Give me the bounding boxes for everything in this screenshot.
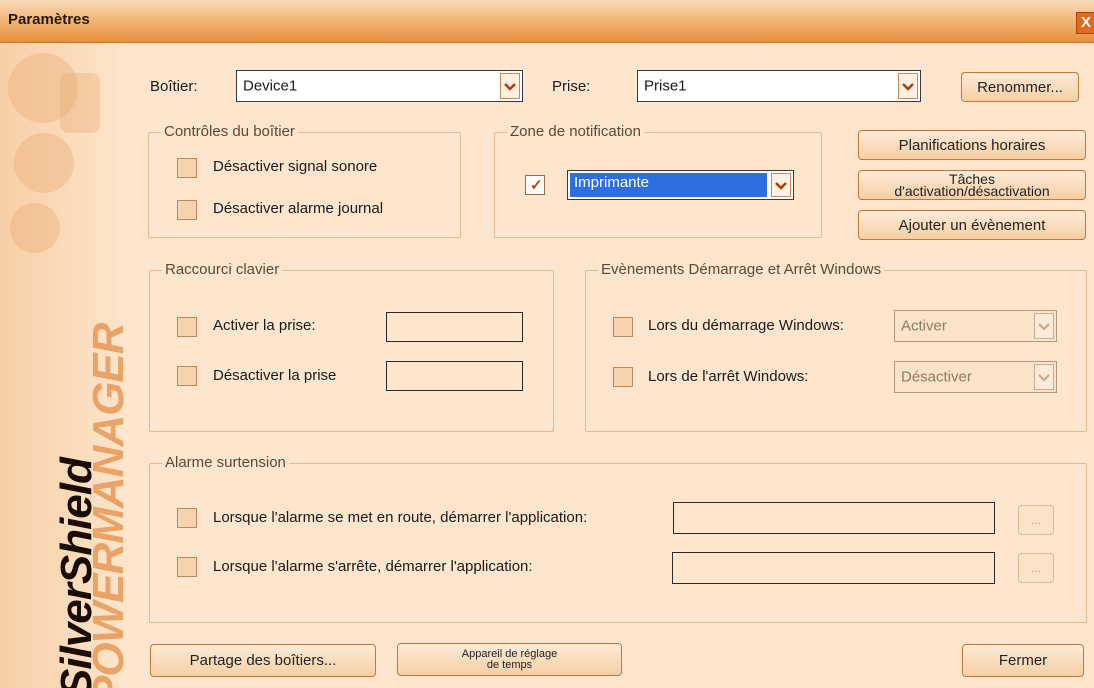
device-controls-legend: Contrôles du boîtier [161, 123, 298, 140]
notification-select[interactable]: Imprimante [567, 170, 794, 200]
activate-outlet-label: Activer la prise: [213, 317, 316, 334]
outlet-label: Prise: [552, 78, 591, 95]
device-value: Device1 [243, 77, 298, 95]
alarm-stop-label: Lorsque l'alarme s'arrête, démarrer l'ap… [213, 558, 533, 575]
timer-button-line1: Appareil de réglage [461, 647, 558, 660]
window-title: Paramètres [8, 11, 90, 28]
tasks-button[interactable]: Tâches d'activation/désactivation [858, 170, 1086, 200]
hotkeys-group: Raccourci clavier [149, 261, 554, 432]
title-bar: Paramètres X [0, 0, 1094, 43]
rename-button[interactable]: Renommer... [961, 72, 1079, 102]
alarm-start-checkbox[interactable] [177, 508, 197, 528]
timer-device-button[interactable]: Appareil de réglage de temps [397, 643, 622, 676]
disable-sound-checkbox[interactable] [177, 158, 197, 178]
startup-action-select[interactable]: Activer [894, 310, 1057, 342]
shutdown-action-select[interactable]: Désactiver [894, 361, 1057, 393]
decor-block [60, 73, 100, 133]
shutdown-action-value: Désactiver [901, 368, 972, 386]
disable-log-alarm-checkbox[interactable] [177, 200, 197, 220]
alarm-start-browse-button[interactable]: ... [1018, 505, 1054, 535]
schedules-button[interactable]: Planifications horaires [858, 130, 1086, 160]
outlet-value: Prise1 [644, 77, 687, 95]
notification-checkbox[interactable]: ✓ [525, 175, 545, 195]
activate-outlet-checkbox[interactable] [177, 317, 197, 337]
chevron-down-icon[interactable] [500, 73, 520, 99]
device-controls-group: Contrôles du boîtier [148, 123, 461, 238]
alarm-stop-app-input[interactable] [672, 552, 995, 584]
windows-events-legend: Evènements Démarrage et Arrêt Windows [598, 261, 885, 278]
disable-sound-label: Désactiver signal sonore [213, 158, 378, 175]
timer-button-line2: de temps [486, 658, 533, 671]
surge-alarm-group: Alarme surtension [149, 454, 1087, 623]
deactivate-outlet-checkbox[interactable] [177, 366, 197, 386]
alarm-stop-checkbox[interactable] [177, 557, 197, 577]
chevron-down-icon[interactable] [1034, 364, 1054, 390]
windows-events-group: Evènements Démarrage et Arrêt Windows [585, 261, 1087, 432]
tasks-button-line2: d'activation/désactivation [894, 183, 1050, 199]
chevron-down-icon[interactable] [771, 173, 791, 197]
alarm-start-app-input[interactable] [673, 502, 995, 534]
disable-log-alarm-label: Désactiver alarme journal [213, 200, 384, 217]
deactivate-outlet-label: Désactiver la prise [213, 367, 337, 384]
hotkeys-legend: Raccourci clavier [162, 261, 283, 278]
decor-circle [10, 203, 60, 253]
close-button[interactable]: Fermer [962, 644, 1084, 677]
outlet-select[interactable]: Prise1 [637, 70, 921, 102]
share-devices-button[interactable]: Partage des boîtiers... [150, 644, 376, 677]
shutdown-checkbox[interactable] [613, 367, 633, 387]
checkmark-icon: ✓ [530, 177, 543, 194]
chevron-down-icon[interactable] [1034, 313, 1054, 339]
notification-value: Imprimante [570, 173, 767, 197]
branding-sidebar: POWERMANAGER SilverShield [0, 43, 128, 688]
brand-silvershield: SilverShield [52, 458, 101, 688]
startup-action-value: Activer [901, 317, 947, 335]
notification-legend: Zone de notification [507, 123, 644, 140]
startup-checkbox[interactable] [613, 317, 633, 337]
activate-hotkey-input[interactable] [386, 312, 523, 342]
chevron-down-icon[interactable] [898, 73, 918, 99]
decor-circle [14, 133, 74, 193]
startup-label: Lors du démarrage Windows: [648, 317, 844, 334]
alarm-stop-browse-button[interactable]: ... [1018, 553, 1054, 583]
device-label: Boîtier: [150, 78, 198, 95]
add-event-button[interactable]: Ajouter un évènement [858, 210, 1086, 240]
shutdown-label: Lors de l'arrêt Windows: [648, 368, 809, 385]
deactivate-hotkey-input[interactable] [386, 361, 523, 391]
surge-alarm-legend: Alarme surtension [162, 454, 289, 471]
alarm-start-label: Lorsque l'alarme se met en route, démarr… [213, 509, 588, 526]
device-select[interactable]: Device1 [236, 70, 523, 102]
close-icon[interactable]: X [1076, 12, 1094, 34]
